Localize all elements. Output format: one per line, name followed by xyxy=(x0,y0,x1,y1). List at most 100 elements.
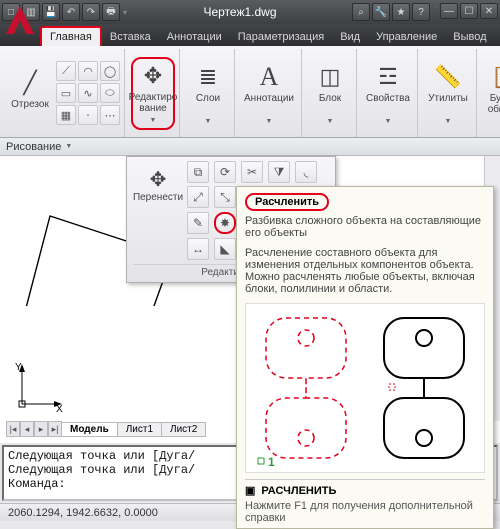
utilities-button[interactable]: 📏 Утилиты ▼ xyxy=(424,60,472,127)
sheet-tab-model[interactable]: Модель xyxy=(62,422,118,437)
point-icon[interactable]: ⋅ xyxy=(78,105,98,125)
mirror-icon[interactable]: ⧩ xyxy=(268,161,290,183)
sheet-nav-last[interactable]: ▸| xyxy=(48,421,62,437)
panel-title-strip: Рисование ▼ xyxy=(0,138,500,156)
tab-annotate[interactable]: Аннотации xyxy=(159,28,230,46)
tooltip-help: Нажмите F1 для получения дополнительной … xyxy=(245,497,485,524)
tab-view[interactable]: Вид xyxy=(332,28,368,46)
sheet-tab-layout1[interactable]: Лист1 xyxy=(118,422,162,437)
panel-draw: ╱ Отрезок ⟋ ◠ ◯ ▭ ∿ ⬭ ▦ ⋅ ⋯ xyxy=(4,49,125,137)
ucs-x-label: X xyxy=(56,404,63,412)
modify-button[interactable]: ✥ Редактиро вание ▼ xyxy=(131,57,175,130)
layers-button[interactable]: ≣ Слои ▼ xyxy=(186,60,230,127)
sheet-nav-prev[interactable]: ◂ xyxy=(20,421,34,437)
layers-icon: ≣ xyxy=(193,62,223,92)
modify-label: Редактиро вание xyxy=(129,92,178,114)
keyword-search-icon[interactable]: ⌕ xyxy=(352,3,370,21)
explode-icon[interactable]: ✸ xyxy=(214,212,236,234)
tab-home[interactable]: Главная xyxy=(40,26,102,46)
tooltip-command: ▣ РАСЧЛЕНИТЬ xyxy=(245,479,485,497)
stretch-icon[interactable]: ⤢ xyxy=(187,186,209,208)
properties-button[interactable]: ☲ Свойства ▼ xyxy=(363,60,413,127)
app-logo[interactable] xyxy=(2,2,38,38)
move-label: Перенести xyxy=(133,192,183,203)
line-icon: ╱ xyxy=(15,68,45,98)
copy-icon[interactable]: ⧉ xyxy=(187,161,209,183)
star-icon[interactable]: ★ xyxy=(392,3,410,21)
clipboard-button[interactable]: 📋 Буфер обмена ▼ xyxy=(483,60,500,127)
tooltip-marker: 1 xyxy=(268,455,275,468)
lengthen-icon[interactable]: ↔ xyxy=(187,238,209,260)
panel-layers: ≣ Слои ▼ xyxy=(182,49,235,137)
trim-icon[interactable]: ✂ xyxy=(241,161,263,183)
spline-icon[interactable]: ∿ xyxy=(78,83,98,103)
draw-panel-title[interactable]: Рисование xyxy=(6,141,61,153)
scale-icon[interactable]: ⤡ xyxy=(214,186,236,208)
tab-insert[interactable]: Вставка xyxy=(102,28,159,46)
tab-manage[interactable]: Управление xyxy=(368,28,445,46)
help-icon[interactable]: ? xyxy=(412,3,430,21)
line-button[interactable]: ╱ Отрезок xyxy=(8,66,52,121)
panel-utilities: 📏 Утилиты ▼ xyxy=(420,49,477,137)
panel-properties: ☲ Свойства ▼ xyxy=(359,49,418,137)
line-label: Отрезок xyxy=(11,99,49,121)
annotation-button[interactable]: A Аннотации ▼ xyxy=(241,60,297,127)
sheet-nav-next[interactable]: ▸ xyxy=(34,421,48,437)
block-icon: ◫ xyxy=(315,62,345,92)
hatch-icon[interactable]: ▦ xyxy=(56,105,76,125)
tooltip-illustration: 1 xyxy=(245,303,485,473)
minimize-button[interactable]: — xyxy=(440,3,458,19)
block-label: Блок xyxy=(319,93,341,115)
chevron-down-icon: ▼ xyxy=(327,116,334,127)
move-icon: ✥ xyxy=(138,61,168,91)
qat-print-icon[interactable]: 🖶 xyxy=(102,3,120,21)
polyline-icon[interactable]: ⟋ xyxy=(56,61,76,81)
rect-icon[interactable]: ▭ xyxy=(56,83,76,103)
qat-redo-icon[interactable]: ↷ xyxy=(82,3,100,21)
command-prompt-icon: ▣ xyxy=(245,484,255,497)
title-right-tools: ⌕ 🔧 ★ ? · — ☐ ✕ xyxy=(352,3,498,21)
properties-icon: ☲ xyxy=(373,62,403,92)
chevron-down-icon[interactable]: ▼ xyxy=(65,143,72,150)
ucs-icon: Y X xyxy=(14,362,64,415)
tab-output[interactable]: Вывод xyxy=(445,28,494,46)
tab-parametric[interactable]: Параметризация xyxy=(230,28,332,46)
rotate-icon[interactable]: ⟳ xyxy=(214,161,236,183)
measure-icon: 📏 xyxy=(433,62,463,92)
sheet-nav-first[interactable]: |◂ xyxy=(6,421,20,437)
sheet-tab-layout2[interactable]: Лист2 xyxy=(162,422,206,437)
tooltip-body: Расчленение составного объекта для измен… xyxy=(245,247,485,295)
panel-modify: ✥ Редактиро вание ▼ xyxy=(127,49,180,137)
qat-undo-icon[interactable]: ↶ xyxy=(62,3,80,21)
tooltip-subtitle: Разбивка сложного объекта на составляющи… xyxy=(245,215,485,239)
ribbon-tabs: Главная Вставка Аннотации Параметризация… xyxy=(0,24,500,46)
maximize-button[interactable]: ☐ xyxy=(460,3,478,19)
layers-label: Слои xyxy=(196,93,220,115)
tooltip: Расчленить Разбивка сложного объекта на … xyxy=(236,186,494,529)
workspace[interactable]: ✥ Перенести ⧉ ⟳ ✂ ⧩ ◟ ⤢ ⤡ ▦ ◎ ⌫ ✎ ✸ ☰ xyxy=(0,156,500,443)
ellipse-icon[interactable]: ⬭ xyxy=(100,83,120,103)
chevron-down-icon: ▼ xyxy=(445,116,452,127)
close-button[interactable]: ✕ xyxy=(480,3,498,19)
ribbon: ╱ Отрезок ⟋ ◠ ◯ ▭ ∿ ⬭ ▦ ⋅ ⋯ ✥ Редактиро … xyxy=(0,46,500,138)
arc-icon[interactable]: ◠ xyxy=(78,61,98,81)
move-tool-button[interactable]: ✥ Перенести xyxy=(133,167,183,203)
fillet-icon[interactable]: ◟ xyxy=(295,161,317,183)
properties-label: Свойства xyxy=(366,93,410,115)
ucs-y-label: Y xyxy=(15,362,22,373)
clipboard-label: Буфер обмена xyxy=(488,93,500,115)
utilities-label: Утилиты xyxy=(428,93,468,115)
circle-icon[interactable]: ◯ xyxy=(100,61,120,81)
more-draw-icon[interactable]: ⋯ xyxy=(100,105,120,125)
block-button[interactable]: ◫ Блок ▼ xyxy=(308,60,352,127)
chamfer-icon[interactable]: ◣ xyxy=(214,238,236,260)
wrench-icon[interactable]: 🔧 xyxy=(372,3,390,21)
ribbon-collapse-icon[interactable]: ▾ xyxy=(495,37,500,46)
chevron-down-icon: ▼ xyxy=(385,116,392,127)
chevron-down-icon: ▼ xyxy=(205,116,212,127)
tooltip-command-label: РАСЧЛЕНИТЬ xyxy=(261,485,336,497)
pedit-icon[interactable]: ✎ xyxy=(187,212,209,234)
panel-clipboard: 📋 Буфер обмена ▼ xyxy=(479,49,500,137)
draw-tool-grid: ⟋ ◠ ◯ ▭ ∿ ⬭ ▦ ⋅ ⋯ xyxy=(56,61,120,125)
qat-save-icon[interactable]: 💾 xyxy=(42,3,60,21)
